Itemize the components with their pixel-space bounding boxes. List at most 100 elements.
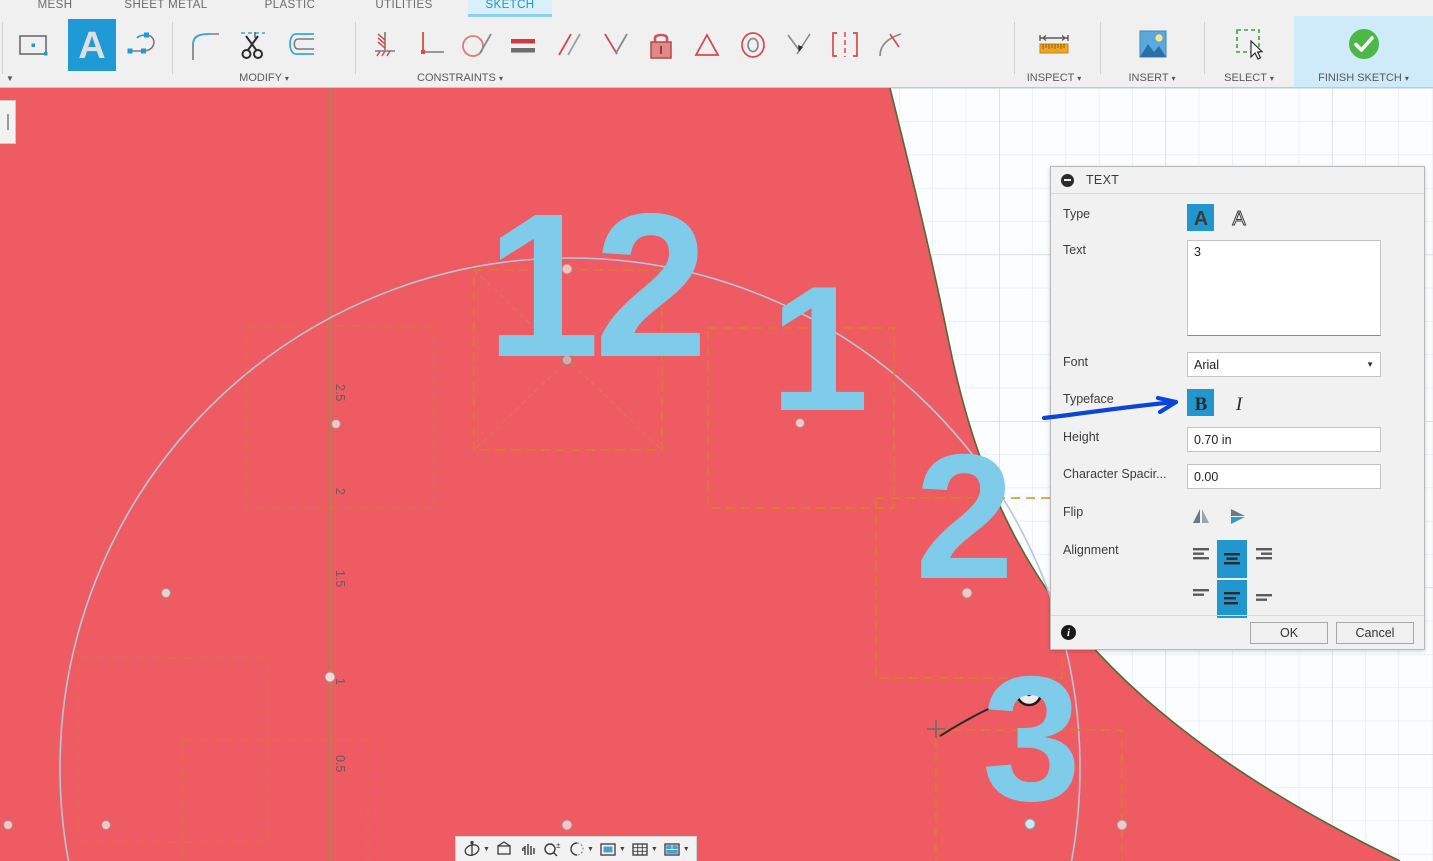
ribbon-tabstrip: MESH SHEET METAL PLASTIC UTILITIES SKETC… bbox=[0, 0, 1433, 16]
align-middle-button[interactable] bbox=[1217, 580, 1247, 618]
midpoint-constraint-button[interactable] bbox=[592, 20, 638, 70]
row-type: Type A A bbox=[1051, 204, 1424, 231]
rectangle-tool-button[interactable] bbox=[10, 20, 56, 70]
axis-label: 1 bbox=[333, 678, 347, 685]
spline-tool-button[interactable] bbox=[122, 20, 168, 70]
type-solid-text-button[interactable]: A bbox=[1187, 204, 1214, 231]
row-height: Height 0.70 in bbox=[1051, 427, 1424, 452]
row-typeface: Typeface B I bbox=[1051, 389, 1424, 416]
create-panel-caret[interactable]: ▼ bbox=[6, 74, 14, 83]
look-at-button[interactable] bbox=[492, 840, 516, 858]
viewports-button[interactable]: ▼ bbox=[660, 840, 692, 858]
tab-utilities[interactable]: UTILITIES bbox=[355, 0, 453, 16]
text-dialog[interactable]: TEXT Type A A Text 3 bbox=[1050, 166, 1425, 650]
row-alignment-vertical bbox=[1051, 580, 1424, 618]
tangent-constraint-button[interactable] bbox=[454, 20, 500, 70]
collinear-constraint-button[interactable] bbox=[776, 20, 822, 70]
text-input[interactable]: 3 bbox=[1187, 240, 1381, 336]
row-alignment: Alignment bbox=[1051, 540, 1424, 578]
grid-snaps-button[interactable]: ▼ bbox=[628, 840, 660, 858]
insert-image-button[interactable] bbox=[1129, 20, 1175, 70]
select-window-button[interactable] bbox=[1226, 20, 1272, 70]
pan-button[interactable] bbox=[516, 840, 540, 858]
inspect-panel-label[interactable]: INSPECT ▾ bbox=[1018, 72, 1090, 84]
display-settings-caret[interactable]: ▼ bbox=[587, 846, 594, 853]
font-select-value: Arial bbox=[1194, 358, 1219, 372]
ribbon-body: A ▼ bbox=[0, 16, 1433, 87]
axis-label: 2 bbox=[333, 488, 347, 495]
align-right-button[interactable] bbox=[1251, 540, 1278, 567]
grid-snaps-caret[interactable]: ▼ bbox=[651, 846, 658, 853]
visual-style-caret[interactable]: ▼ bbox=[619, 846, 626, 853]
flip-vertical-button[interactable] bbox=[1187, 502, 1214, 529]
select-panel[interactable]: SELECT ▾ bbox=[1208, 16, 1290, 87]
tab-sheet-metal[interactable]: SHEET METAL bbox=[105, 0, 227, 16]
text-dialog-header[interactable]: TEXT bbox=[1051, 167, 1424, 194]
svg-text:B: B bbox=[1194, 394, 1207, 414]
view-navigation-bar[interactable]: ▼ ± bbox=[455, 836, 697, 861]
font-field-wrap: Arial ▼ bbox=[1187, 352, 1412, 377]
inspect-measure-button[interactable] bbox=[1031, 20, 1077, 70]
parallel-constraint-button[interactable] bbox=[546, 20, 592, 70]
curvature-constraint-button[interactable] bbox=[822, 20, 868, 70]
viewports-caret[interactable]: ▼ bbox=[683, 846, 690, 853]
break-constraint-button[interactable] bbox=[868, 20, 914, 70]
sketch-text-3[interactable]: 3 bbox=[982, 650, 1081, 828]
text-dialog-body: Type A A Text 3 Font bbox=[1051, 194, 1424, 617]
constraints-panel-label[interactable]: CONSTRAINTS ▾ bbox=[180, 72, 740, 84]
constraints-label-text: CONSTRAINTS bbox=[417, 72, 496, 84]
align-left-button[interactable] bbox=[1187, 540, 1214, 567]
insert-panel-label[interactable]: INSERT ▾ bbox=[1104, 72, 1200, 84]
insert-label-text: INSERT bbox=[1128, 72, 1168, 84]
trim-tool-button[interactable] bbox=[230, 20, 276, 70]
orbit-caret[interactable]: ▼ bbox=[483, 846, 490, 853]
display-settings-button[interactable]: ▼ bbox=[564, 840, 596, 858]
tab-sketch[interactable]: SKETCH bbox=[468, 0, 552, 16]
info-icon[interactable]: i bbox=[1061, 625, 1076, 640]
zoom-button[interactable]: ± bbox=[540, 840, 564, 858]
character-spacing-input[interactable]: 0.00 bbox=[1187, 464, 1381, 489]
inspect-panel[interactable]: INSPECT ▾ bbox=[1018, 16, 1090, 87]
flip-horizontal-button[interactable] bbox=[1225, 502, 1252, 529]
insert-panel[interactable]: INSERT ▾ bbox=[1104, 16, 1200, 87]
cancel-button[interactable]: Cancel bbox=[1336, 622, 1414, 644]
collapse-icon[interactable] bbox=[1061, 174, 1074, 187]
ribbon: MESH SHEET METAL PLASTIC UTILITIES SKETC… bbox=[0, 0, 1433, 88]
perpendicular-constraint-button[interactable] bbox=[408, 20, 454, 70]
align-top-button[interactable] bbox=[1187, 580, 1214, 607]
visual-style-button[interactable]: ▼ bbox=[596, 840, 628, 858]
tab-plastic[interactable]: PLASTIC bbox=[240, 0, 340, 16]
concentric-constraint-button[interactable] bbox=[730, 20, 776, 70]
bold-button[interactable]: B bbox=[1187, 389, 1214, 416]
symmetry-constraint-button[interactable] bbox=[684, 20, 730, 70]
select-panel-label[interactable]: SELECT ▾ bbox=[1208, 72, 1290, 84]
italic-button[interactable]: I bbox=[1225, 389, 1252, 416]
ok-button[interactable]: OK bbox=[1250, 622, 1328, 644]
sketch-text-12[interactable]: 12 bbox=[486, 183, 702, 388]
tab-sheet-metal-label: SHEET METAL bbox=[124, 0, 207, 11]
text-dialog-title: TEXT bbox=[1086, 173, 1119, 187]
lock-constraint-button[interactable] bbox=[638, 20, 684, 70]
finish-sketch-button[interactable] bbox=[1341, 20, 1387, 70]
type-outline-text-button[interactable]: A bbox=[1225, 204, 1252, 231]
browser-panel-toggle[interactable] bbox=[0, 100, 16, 144]
sketch-text-2[interactable]: 2 bbox=[915, 428, 1014, 606]
finish-sketch-panel[interactable]: FINISH SKETCH ▾ bbox=[1294, 16, 1433, 87]
font-select[interactable]: Arial ▼ bbox=[1187, 352, 1381, 377]
finish-sketch-panel-label[interactable]: FINISH SKETCH ▾ bbox=[1294, 72, 1433, 84]
align-bottom-button[interactable] bbox=[1251, 580, 1278, 607]
fix-constraint-button[interactable] bbox=[362, 20, 408, 70]
text-label: Text bbox=[1063, 240, 1187, 257]
orbit-button[interactable]: ▼ bbox=[460, 840, 492, 858]
insert-caret: ▾ bbox=[1172, 74, 1176, 83]
tab-mesh[interactable]: MESH bbox=[10, 0, 100, 16]
text-tool-button[interactable]: A bbox=[68, 19, 116, 71]
offset-tool-button[interactable] bbox=[278, 20, 324, 70]
row-character-spacing: Character Spacir... 0.00 bbox=[1051, 464, 1424, 489]
fillet-tool-button[interactable] bbox=[182, 20, 228, 70]
sketch-text-1[interactable]: 1 bbox=[770, 260, 869, 438]
equal-constraint-button[interactable] bbox=[500, 20, 546, 70]
height-input[interactable]: 0.70 in bbox=[1187, 427, 1381, 452]
character-spacing-label: Character Spacir... bbox=[1063, 464, 1187, 481]
align-center-button[interactable] bbox=[1217, 540, 1247, 578]
